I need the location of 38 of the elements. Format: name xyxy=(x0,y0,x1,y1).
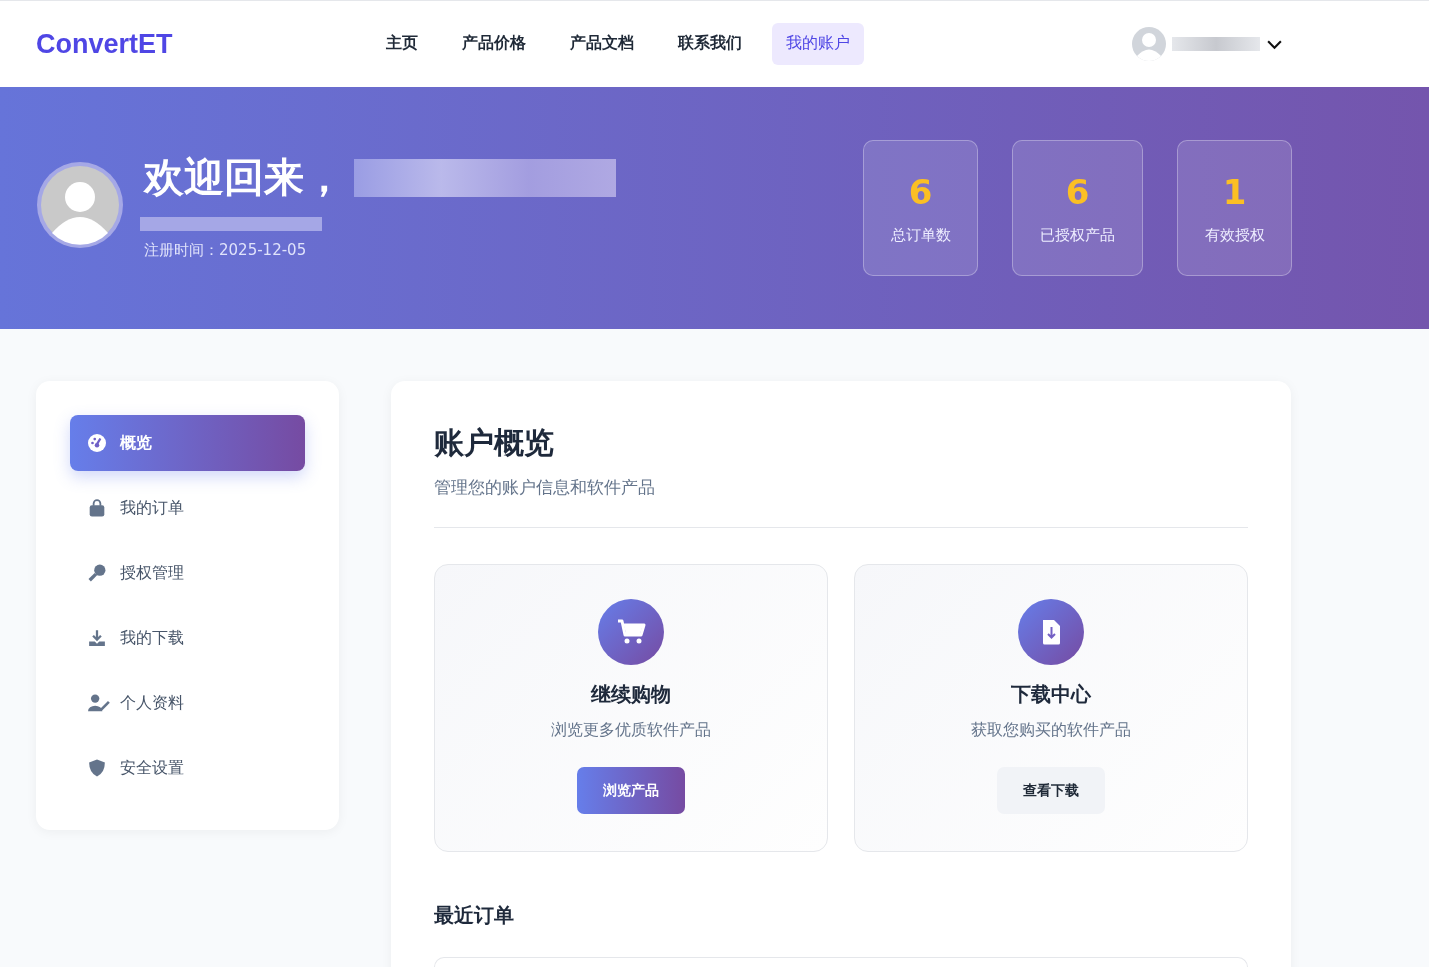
sidebar-item[interactable]: 概览 xyxy=(70,415,305,471)
gauge-icon xyxy=(88,434,106,452)
nav-link[interactable]: 主页 xyxy=(372,23,432,65)
key-icon xyxy=(88,564,106,582)
card-title: 下载中心 xyxy=(1011,681,1091,708)
card-description: 浏览更多优质软件产品 xyxy=(551,720,711,741)
section-title: 最近订单 xyxy=(434,902,515,929)
shield-icon xyxy=(88,759,106,777)
shopping-cart-icon xyxy=(598,599,664,665)
logo[interactable]: ConvertET xyxy=(36,28,346,60)
browse-button[interactable]: 浏览产品 xyxy=(577,767,685,814)
stat-label: 总订单数 xyxy=(890,225,951,245)
registration-date: 注册时间：2025-12-05 xyxy=(144,241,308,260)
stat-value: 6 xyxy=(1065,171,1090,212)
nav-link[interactable]: 产品文档 xyxy=(556,23,648,65)
user-edit-icon xyxy=(88,694,110,712)
nav-link[interactable]: 产品价格 xyxy=(448,23,540,65)
file-download-icon xyxy=(1018,599,1084,665)
nav-link[interactable]: 我的账户 xyxy=(772,23,864,65)
card-title: 继续购物 xyxy=(591,681,671,708)
card-description: 获取您购买的软件产品 xyxy=(971,720,1131,741)
stat-value: 1 xyxy=(1222,171,1247,212)
sidebar-item[interactable]: 我的订单 xyxy=(70,480,305,536)
welcome-heading: 欢迎回来， xyxy=(144,153,344,202)
nav-link[interactable]: 联系我们 xyxy=(664,23,756,65)
sidebar-item[interactable]: 我的下载 xyxy=(70,610,305,666)
page-title: 账户概览 xyxy=(434,424,555,462)
avatar-icon xyxy=(36,161,124,249)
stat-label: 已授权产品 xyxy=(1040,225,1115,245)
downloads-button[interactable]: 查看下载 xyxy=(997,767,1105,814)
stat-value: 6 xyxy=(908,171,933,212)
sidebar-item[interactable]: 授权管理 xyxy=(70,545,305,601)
download-icon xyxy=(88,629,106,647)
page-subtitle: 管理您的账户信息和软件产品 xyxy=(434,476,1248,528)
stat-label: 有效授权 xyxy=(1204,225,1265,245)
sidebar-item[interactable]: 个人资料 xyxy=(70,675,305,731)
sidebar-item[interactable]: 安全设置 xyxy=(70,740,305,796)
shopping-bag-icon xyxy=(88,499,106,517)
